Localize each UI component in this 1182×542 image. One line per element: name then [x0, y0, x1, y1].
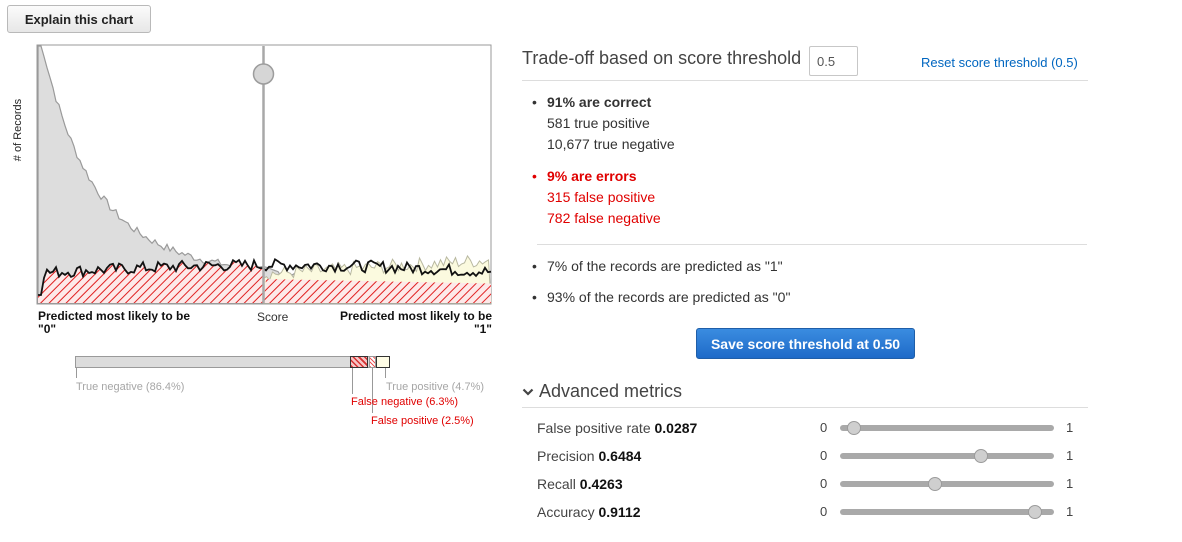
true-negative-bar	[75, 356, 375, 368]
slider-min-label: 0	[820, 504, 828, 519]
divider-top	[522, 80, 1088, 81]
errors-heading: 9% are errors	[547, 168, 637, 184]
predicted-0-summary: 93% of the records are predicted as "0"	[532, 287, 790, 308]
metric-value: 0.0287	[654, 420, 698, 436]
explain-chart-button[interactable]: Explain this chart	[7, 5, 151, 33]
false-negative-label: False negative (6.3%)	[351, 396, 458, 408]
metric-value: 0.6484	[598, 448, 642, 464]
slider-max-label: 1	[1066, 448, 1074, 463]
metric-name: Precision	[537, 448, 595, 464]
metric-row-label: False positive rate 0.0287	[537, 420, 697, 436]
metric-name: Accuracy	[537, 504, 595, 520]
true-negative-count: 10,677 true negative	[547, 136, 675, 152]
false-negative-count: 782 false negative	[547, 210, 661, 226]
slider-max-label: 1	[1066, 476, 1074, 491]
divider-mid	[537, 244, 1087, 245]
advanced-metrics-label: Advanced metrics	[539, 381, 683, 401]
true-negative-label: True negative (86.4%)	[76, 381, 185, 393]
correct-heading: 91% are correct	[547, 94, 652, 110]
metric-value: 0.9112	[598, 504, 641, 520]
save-threshold-button[interactable]: Save score threshold at 0.50	[696, 328, 915, 359]
metric-slider-track	[840, 509, 1054, 515]
chevron-down-icon	[522, 388, 534, 396]
metric-name: False positive rate	[537, 420, 651, 436]
metric-slider-track	[840, 453, 1054, 459]
metric-slider-track	[840, 425, 1054, 431]
false-positive-bar	[369, 356, 376, 368]
metric-slider-handle[interactable]	[973, 449, 988, 463]
y-axis-label-wrap: # of Records	[5, 95, 31, 165]
threshold-input[interactable]	[809, 46, 858, 76]
xlabel-right-line1: Predicted most likely to be	[339, 309, 492, 323]
errors-summary: 9% are errors 315 false positive 782 fal…	[532, 166, 661, 229]
threshold-handle[interactable]	[252, 63, 275, 85]
y-axis-label: # of Records	[12, 98, 24, 162]
tradeoff-title: Trade-off based on score threshold	[522, 48, 802, 68]
false-positive-count: 315 false positive	[547, 189, 656, 205]
metric-row-label: Accuracy 0.9112	[537, 504, 641, 520]
correct-summary: 91% are correct 581 true positive 10,677…	[532, 92, 675, 155]
fn-tick	[352, 368, 353, 394]
true-positive-bar	[376, 356, 390, 368]
xlabel-right: Predicted most likely to be "1"	[330, 310, 492, 336]
true-positive-count: 581 true positive	[547, 115, 650, 131]
divider-adv	[522, 407, 1088, 408]
slider-min-label: 0	[820, 476, 828, 491]
xlabel-score: Score	[257, 310, 289, 324]
true-positive-label: True positive (4.7%)	[386, 381, 485, 393]
metric-slider-handle[interactable]	[846, 421, 861, 435]
tn-tick	[76, 368, 77, 378]
slider-min-label: 0	[820, 420, 828, 435]
metric-row-label: Precision 0.6484	[537, 448, 641, 464]
false-positive-label: False positive (2.5%)	[371, 415, 474, 427]
xlabel-left-line2: "0"	[38, 322, 57, 336]
slider-max-label: 1	[1066, 420, 1074, 435]
metric-slider-track	[840, 481, 1054, 487]
score-distribution-chart[interactable]	[36, 44, 493, 306]
metric-value: 0.4263	[579, 476, 623, 492]
tp-tick	[385, 368, 386, 378]
xlabel-left-line1: Predicted most likely to be	[38, 309, 191, 323]
reset-threshold-link[interactable]: Reset score threshold (0.5)	[921, 55, 1078, 70]
slider-min-label: 0	[820, 448, 828, 463]
xlabel-right-line2: "1"	[473, 322, 492, 336]
advanced-metrics-toggle[interactable]: Advanced metrics	[522, 381, 682, 402]
predicted-1-summary: 7% of the records are predicted as "1"	[532, 256, 783, 277]
metric-row-label: Recall 0.4263	[537, 476, 623, 492]
false-negative-bar	[350, 356, 368, 368]
metric-slider-handle[interactable]	[1027, 505, 1042, 519]
metric-name: Recall	[537, 476, 576, 492]
xlabel-left: Predicted most likely to be "0"	[38, 310, 213, 336]
slider-max-label: 1	[1066, 504, 1074, 519]
metric-slider-handle[interactable]	[928, 477, 943, 491]
